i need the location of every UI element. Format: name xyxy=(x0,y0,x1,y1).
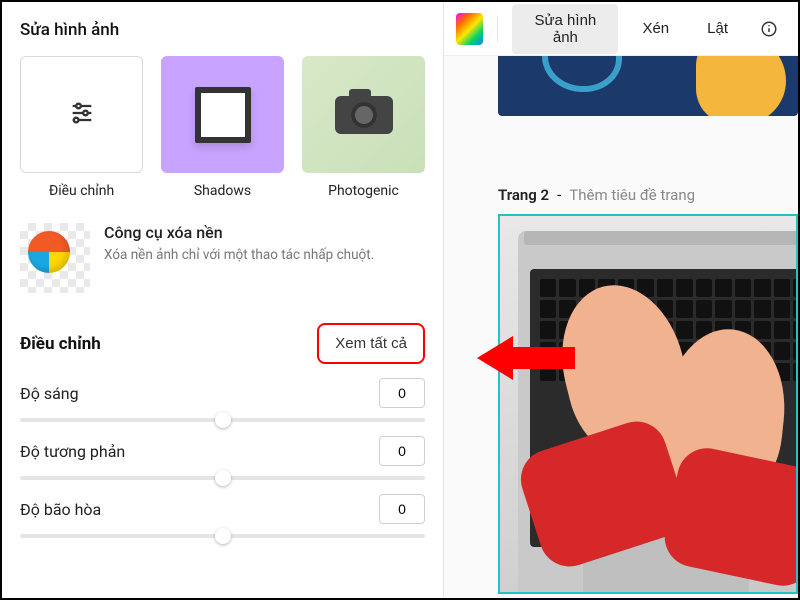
saturation-input[interactable] xyxy=(379,494,425,524)
effect-photogenic[interactable]: Photogenic xyxy=(302,56,425,199)
saturation-control: Độ bão hòa xyxy=(20,494,425,538)
brightness-label: Độ sáng xyxy=(20,384,79,403)
adjust-section-header: Điều chỉnh Xem tất cả xyxy=(20,323,425,364)
canvas-area[interactable]: Trang 2 - Thêm tiêu đề trang xyxy=(444,56,798,598)
brightness-slider[interactable] xyxy=(20,418,425,422)
sidebar-title: Sửa hình ảnh xyxy=(2,2,443,56)
annotation-arrow xyxy=(477,336,575,380)
brightness-control: Độ sáng xyxy=(20,378,425,422)
edit-image-button[interactable]: Sửa hình ảnh xyxy=(512,4,618,54)
see-all-button[interactable]: Xem tất cả xyxy=(317,323,425,364)
bg-remover-desc: Xóa nền ảnh chỉ với một thao tác nhấp ch… xyxy=(104,246,374,264)
page-number: Trang 2 xyxy=(498,186,549,204)
toolbar-divider xyxy=(497,16,498,42)
color-swatch[interactable] xyxy=(456,13,483,45)
bg-remover-info: Công cụ xóa nền Xóa nền ảnh chỉ với một … xyxy=(104,223,374,264)
photogenic-thumb xyxy=(302,56,425,173)
context-toolbar: Sửa hình ảnh Xén Lật xyxy=(444,2,798,56)
info-icon xyxy=(760,20,778,38)
shadows-thumb xyxy=(161,56,284,173)
page-title-row[interactable]: Trang 2 - Thêm tiêu đề trang xyxy=(498,186,798,204)
contrast-label: Độ tương phản xyxy=(20,442,125,461)
page-1-preview[interactable] xyxy=(498,56,798,116)
crop-button[interactable]: Xén xyxy=(628,12,683,45)
effect-label: Photogenic xyxy=(328,183,399,199)
adjust-icon xyxy=(20,56,143,173)
contrast-control: Độ tương phản xyxy=(20,436,425,480)
flip-button[interactable]: Lật xyxy=(693,12,742,45)
edit-image-sidebar: Sửa hình ảnh Điều chỉnh Shadows Photogen… xyxy=(2,2,444,598)
bg-remover-title: Công cụ xóa nền xyxy=(104,223,374,242)
adjust-heading: Điều chỉnh xyxy=(20,334,101,354)
background-remover-tool[interactable]: Công cụ xóa nền Xóa nền ảnh chỉ với một … xyxy=(20,223,425,293)
canvas-pane: Sửa hình ảnh Xén Lật Trang 2 - Thêm tiêu… xyxy=(444,2,798,598)
contrast-slider[interactable] xyxy=(20,476,425,480)
brightness-input[interactable] xyxy=(379,378,425,408)
effects-row: Điều chỉnh Shadows Photogenic xyxy=(2,56,443,199)
more-options-button[interactable] xyxy=(752,12,786,46)
effect-label: Điều chỉnh xyxy=(49,183,114,199)
effect-shadows[interactable]: Shadows xyxy=(161,56,284,199)
contrast-input[interactable] xyxy=(379,436,425,466)
saturation-label: Độ bão hòa xyxy=(20,500,101,519)
laptop-image xyxy=(500,216,796,592)
effect-label: Shadows xyxy=(194,183,251,199)
page-title-placeholder[interactable]: Thêm tiêu đề trang xyxy=(569,186,695,204)
saturation-slider[interactable] xyxy=(20,534,425,538)
effect-adjust[interactable]: Điều chỉnh xyxy=(20,56,143,199)
selected-image-frame[interactable] xyxy=(498,214,798,594)
bg-remover-icon xyxy=(20,223,90,293)
